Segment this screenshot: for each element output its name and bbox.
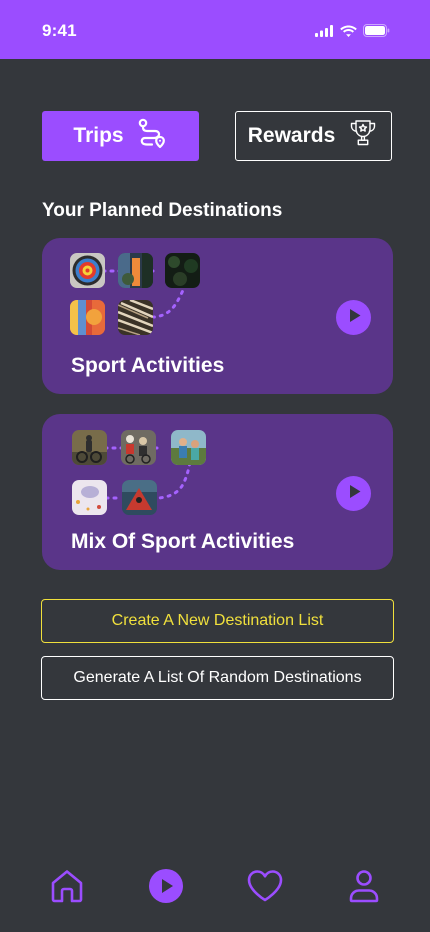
- kayak-photo: [122, 480, 157, 515]
- destination-list-card[interactable]: Sport Activities: [42, 238, 393, 394]
- profile-icon: [346, 868, 382, 909]
- archery-target-photo: [70, 253, 105, 288]
- cycling-group-photo: [121, 430, 156, 465]
- section-title: Your Planned Destinations: [42, 200, 283, 221]
- status-icons: [315, 24, 390, 37]
- hikers-photo: [171, 430, 206, 465]
- battery-icon: [363, 24, 390, 37]
- play-list-button[interactable]: [336, 300, 371, 335]
- wifi-icon: [340, 25, 357, 37]
- play-icon: [336, 474, 371, 514]
- destination-list-card[interactable]: Mix Of Sport Activities: [42, 414, 393, 570]
- rewards-tab[interactable]: Rewards: [235, 111, 392, 161]
- play-list-button[interactable]: [336, 476, 371, 511]
- nav-home[interactable]: [45, 866, 89, 910]
- heart-icon: [246, 868, 284, 909]
- create-destination-list-button[interactable]: Create A New Destination List: [41, 599, 394, 643]
- trophy-icon: [347, 117, 379, 155]
- status-time: 9:41: [42, 21, 77, 40]
- bowl-photo: [72, 480, 107, 515]
- destination-list-title: Mix Of Sport Activities: [71, 530, 295, 553]
- status-bar: 9:41: [0, 0, 430, 59]
- dark-forest-photo: [165, 253, 200, 288]
- arrows-photo: [118, 300, 153, 335]
- colorful-blur-photo: [70, 300, 105, 335]
- nav-profile[interactable]: [342, 866, 386, 910]
- sport-blur-photo: [118, 253, 153, 288]
- trips-tab-label: Trips: [73, 124, 124, 147]
- play-icon: [336, 298, 371, 338]
- nav-play[interactable]: [144, 866, 188, 910]
- generate-random-destinations-button[interactable]: Generate A List Of Random Destinations: [41, 656, 394, 700]
- route-icon: [136, 117, 168, 155]
- signal-icon: [315, 24, 334, 37]
- nav-favorites[interactable]: [243, 866, 287, 910]
- play-icon: [148, 868, 184, 909]
- rewards-tab-label: Rewards: [247, 124, 336, 147]
- trips-tab[interactable]: Trips: [42, 111, 199, 161]
- cyclist-photo: [72, 430, 107, 465]
- home-icon: [49, 868, 85, 909]
- destination-list-title: Sport Activities: [71, 354, 225, 377]
